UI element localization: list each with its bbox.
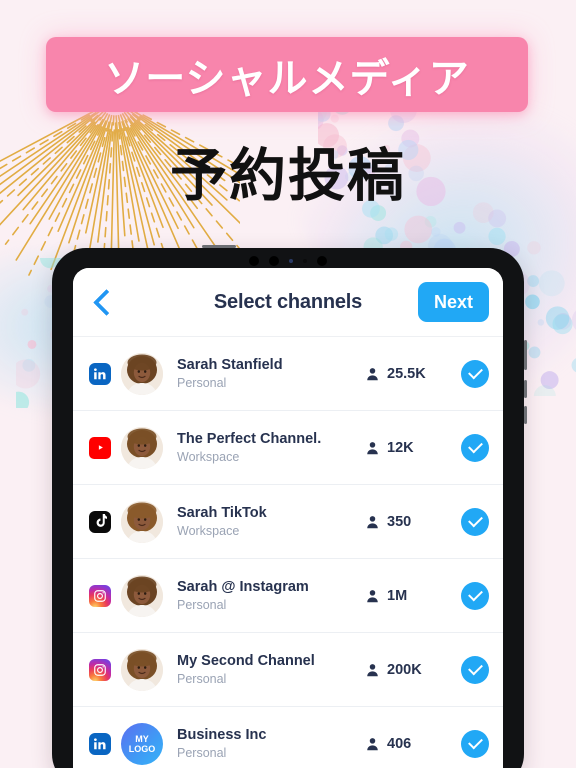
- channel-type: Personal: [177, 597, 227, 612]
- instagram-icon: [89, 584, 111, 607]
- channel-select-checkbox[interactable]: [461, 655, 489, 684]
- device-camera-array: [52, 255, 524, 267]
- follower-count-value: 12K: [387, 439, 414, 456]
- headline-banner-text: ソーシャルメディア: [104, 55, 470, 102]
- channel-name: Sarah @ Instagram: [177, 578, 309, 595]
- follower-count-value: 406: [387, 735, 412, 752]
- channel-type: Personal: [177, 745, 227, 760]
- channel-select-checkbox[interactable]: [461, 729, 489, 758]
- channel-meta: The Perfect Channel. Workspace: [177, 430, 365, 466]
- channel-name: Business Inc: [177, 726, 267, 743]
- device-side-button-2: [524, 380, 527, 398]
- person-icon: [367, 663, 378, 676]
- person-icon: [367, 441, 378, 454]
- avatar: MY LOGO: [121, 722, 163, 765]
- camera-sensor-icon: [289, 259, 293, 263]
- channel-name: The Perfect Channel.: [177, 430, 322, 447]
- avatar: [121, 574, 163, 617]
- linkedin-icon: [89, 732, 111, 755]
- channel-select-checkbox[interactable]: [461, 507, 489, 536]
- channel-row[interactable]: The Perfect Channel. Workspace 12K: [73, 411, 503, 485]
- channel-name: My Second Channel: [177, 652, 315, 669]
- channel-name: Sarah Stanfield: [177, 356, 283, 373]
- instagram-icon: [89, 658, 111, 681]
- follower-count: 406: [365, 736, 461, 752]
- check-icon: [467, 660, 483, 676]
- avatar-logo-text: MY LOGO: [128, 733, 156, 754]
- person-icon: [367, 737, 378, 750]
- app-header: Select channels Next: [73, 268, 503, 337]
- channel-row[interactable]: My Second Channel Personal 200K: [73, 633, 503, 707]
- channel-type: Workspace: [177, 449, 240, 464]
- channel-select-checkbox[interactable]: [461, 581, 489, 610]
- check-icon: [467, 438, 483, 454]
- follower-count-value: 1M: [387, 587, 408, 604]
- follower-count: 200K: [365, 662, 461, 678]
- channel-name: Sarah TikTok: [177, 504, 267, 521]
- channel-meta: Sarah @ Instagram Personal: [177, 578, 365, 614]
- camera-sensor-icon: [303, 259, 307, 263]
- headline-banner: ソーシャルメディア: [46, 37, 528, 112]
- linkedin-icon: [89, 362, 111, 385]
- check-icon: [467, 364, 483, 380]
- channel-meta: Sarah Stanfield Personal: [177, 356, 365, 392]
- check-icon: [467, 512, 483, 528]
- person-icon: [367, 589, 378, 602]
- channel-row[interactable]: Sarah @ Instagram Personal 1M: [73, 559, 503, 633]
- camera-lens-icon: [249, 256, 259, 266]
- subheading: 予約投稿: [0, 130, 576, 212]
- channel-meta: Business Inc Personal: [177, 726, 365, 762]
- channel-row[interactable]: Sarah TikTok Workspace 350: [73, 485, 503, 559]
- channel-type: Personal: [177, 375, 227, 390]
- channel-row[interactable]: MY LOGO Business Inc Personal 406: [73, 707, 503, 768]
- poster-canvas: ソーシャルメディア 予約投稿 Select channels Next Sara…: [0, 0, 576, 768]
- tiktok-icon: [89, 510, 111, 533]
- avatar: [121, 648, 163, 691]
- follower-count: 25.5K: [365, 366, 461, 382]
- device-side-button-3: [524, 406, 527, 424]
- follower-count: 12K: [365, 440, 461, 456]
- chevron-left-icon: [92, 288, 120, 316]
- back-button[interactable]: [81, 277, 131, 327]
- channel-type: Workspace: [177, 523, 240, 538]
- avatar: [121, 426, 163, 469]
- camera-lens-icon: [269, 256, 279, 266]
- youtube-icon: [89, 436, 111, 459]
- follower-count-value: 200K: [387, 661, 422, 678]
- follower-count: 350: [365, 514, 461, 530]
- subheading-text: 予約投稿: [170, 143, 406, 209]
- device-screen: Select channels Next Sarah Stanfield Pers…: [73, 268, 503, 768]
- follower-count: 1M: [365, 588, 461, 604]
- channel-select-checkbox[interactable]: [461, 359, 489, 388]
- follower-count-value: 25.5K: [387, 365, 426, 382]
- channel-meta: My Second Channel Personal: [177, 652, 365, 688]
- channel-select-checkbox[interactable]: [461, 433, 489, 462]
- camera-lens-icon: [317, 256, 327, 266]
- person-icon: [367, 367, 378, 380]
- channel-meta: Sarah TikTok Workspace: [177, 504, 365, 540]
- channel-type: Personal: [177, 671, 227, 686]
- follower-count-value: 350: [387, 513, 412, 530]
- device-top-button: [202, 245, 236, 248]
- tablet-device-frame: Select channels Next Sarah Stanfield Pers…: [52, 245, 527, 768]
- person-icon: [367, 515, 378, 528]
- check-icon: [467, 586, 483, 602]
- avatar: [121, 352, 163, 395]
- channel-list: Sarah Stanfield Personal 25.5K The Perfect …: [73, 337, 503, 768]
- check-icon: [467, 734, 483, 750]
- next-button[interactable]: Next: [417, 282, 489, 322]
- avatar: [121, 500, 163, 543]
- channel-row[interactable]: Sarah Stanfield Personal 25.5K: [73, 337, 503, 411]
